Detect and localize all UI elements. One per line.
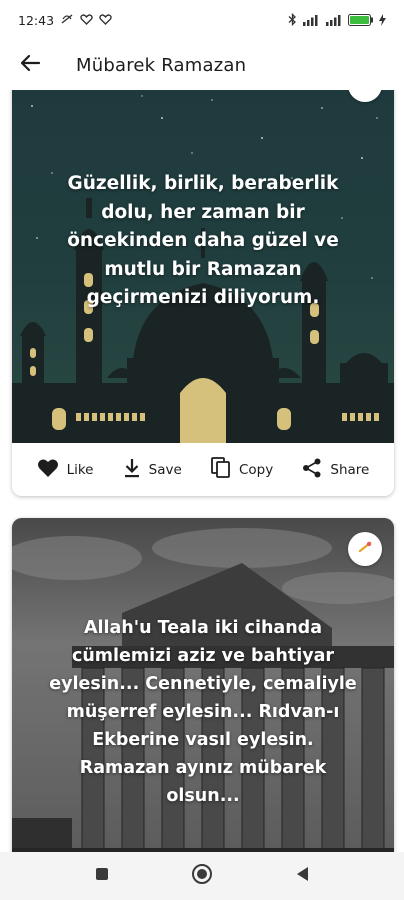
copy-label: Copy (238, 461, 274, 478)
status-right (288, 11, 386, 30)
like-button[interactable]: Like (31, 450, 100, 490)
home-circle-icon (191, 863, 213, 889)
notification-heart-icon (80, 13, 93, 28)
quote-card[interactable]: Allah'u Teala iki cihanda cümlemizi aziz… (12, 518, 394, 852)
back-button[interactable] (2, 40, 58, 90)
quote-text: Güzellik, birlik, beraberlik dolu, her z… (67, 173, 339, 308)
signal-icon-2 (325, 11, 343, 30)
notification-heart-icon-2 (99, 13, 112, 28)
bookmark-icon (357, 90, 373, 95)
phone-screen: 12:43 Mübarek Ramazan Güzellik, birlik, … (0, 0, 404, 900)
arrow-left-icon (19, 54, 41, 76)
status-time: 12:43 (18, 12, 55, 28)
quotes-list[interactable]: Güzellik, birlik, beraberlik dolu, her z… (0, 90, 404, 852)
app-bar: Mübarek Ramazan (0, 40, 404, 90)
bluetooth-icon (288, 11, 297, 30)
bookmark-icon (357, 539, 373, 559)
download-icon (123, 458, 141, 482)
quote-image: Allah'u Teala iki cihanda cümlemizi aziz… (12, 518, 394, 852)
card-actions: Like Save Copy Share (12, 443, 394, 496)
favorite-badge[interactable] (348, 532, 382, 566)
recents-button[interactable] (86, 860, 118, 892)
system-back-button[interactable] (286, 860, 318, 892)
share-icon (302, 458, 322, 482)
charging-bolt-icon (379, 11, 386, 30)
copy-icon (211, 456, 231, 483)
heart-icon (37, 458, 59, 482)
battery-icon (348, 11, 374, 30)
do-not-disturb-icon (60, 13, 74, 28)
status-left: 12:43 (18, 13, 112, 28)
like-label: Like (66, 461, 94, 478)
home-button[interactable] (186, 860, 218, 892)
back-triangle-icon (294, 865, 310, 887)
quote-text: Allah'u Teala iki cihanda cümlemizi aziz… (49, 618, 357, 806)
share-button[interactable]: Share (296, 450, 375, 490)
save-label: Save (148, 461, 182, 478)
signal-icon (302, 11, 320, 30)
recents-square-icon (94, 866, 110, 886)
quote-card[interactable]: Güzellik, birlik, beraberlik dolu, her z… (12, 90, 394, 496)
copy-button[interactable]: Copy (205, 450, 279, 490)
share-label: Share (330, 461, 370, 478)
status-bar: 12:43 (0, 0, 404, 40)
page-title: Mübarek Ramazan (76, 54, 247, 76)
save-button[interactable]: Save (117, 450, 188, 490)
quote-image: Güzellik, birlik, beraberlik dolu, her z… (12, 90, 394, 443)
system-nav-bar (0, 852, 404, 900)
